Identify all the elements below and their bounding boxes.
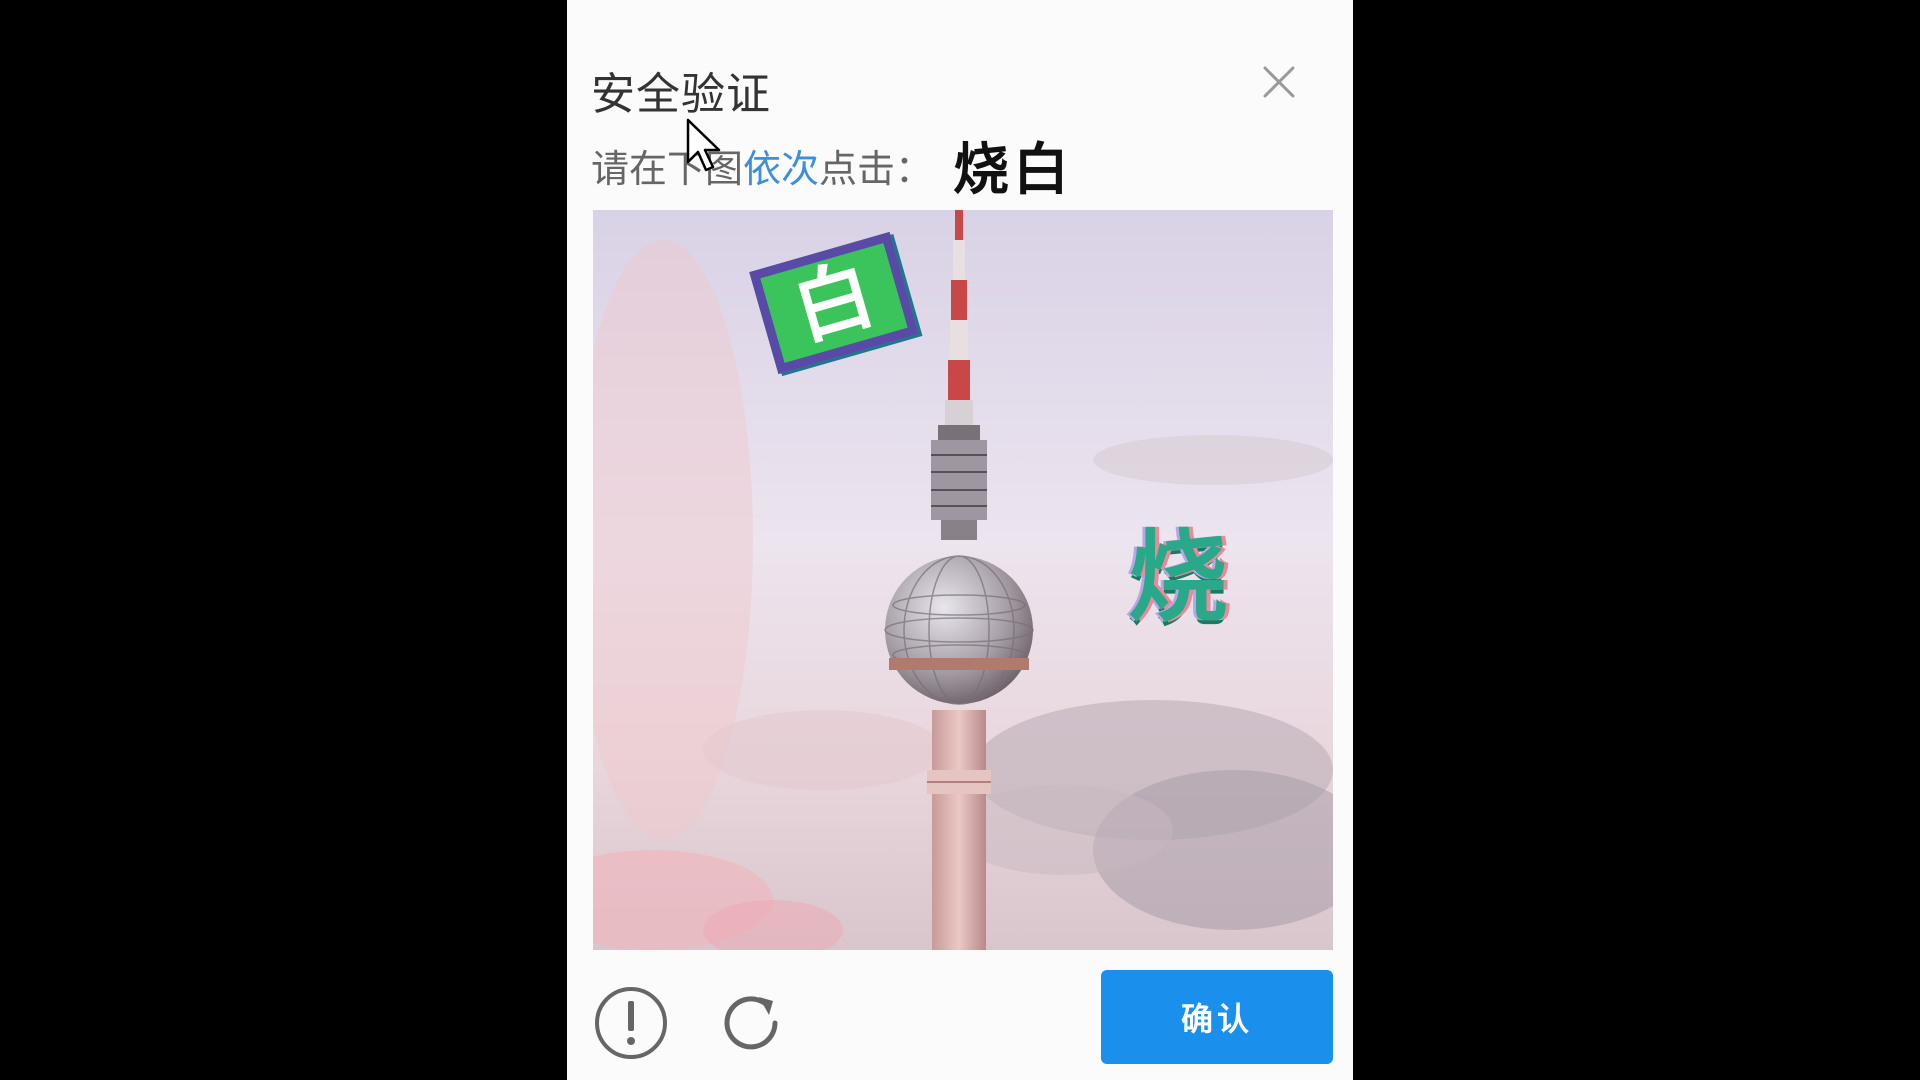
captcha-instruction: 请在下图 依次 点击： 烧白 [591, 130, 1073, 203]
exclamation-circle-icon[interactable] [593, 985, 669, 1061]
dialog-title: 安全验证 [591, 69, 771, 120]
captcha-char-shao[interactable]: 烧 [1128, 528, 1228, 628]
confirm-button[interactable]: 确认 [1101, 970, 1333, 1064]
instruction-target-chars: 烧白 [953, 137, 1074, 203]
instruction-prefix: 请在下图 [591, 146, 744, 191]
instruction-highlight: 依次 [743, 146, 820, 191]
security-verification-dialog: 安全验证 请在下图 依次 点击： 烧白 白 烧 确认 [567, 0, 1353, 1080]
captcha-image[interactable]: 白 烧 [593, 210, 1333, 950]
refresh-icon[interactable] [715, 985, 791, 1061]
close-icon[interactable] [1257, 60, 1301, 104]
instruction-suffix: 点击： [819, 146, 934, 191]
